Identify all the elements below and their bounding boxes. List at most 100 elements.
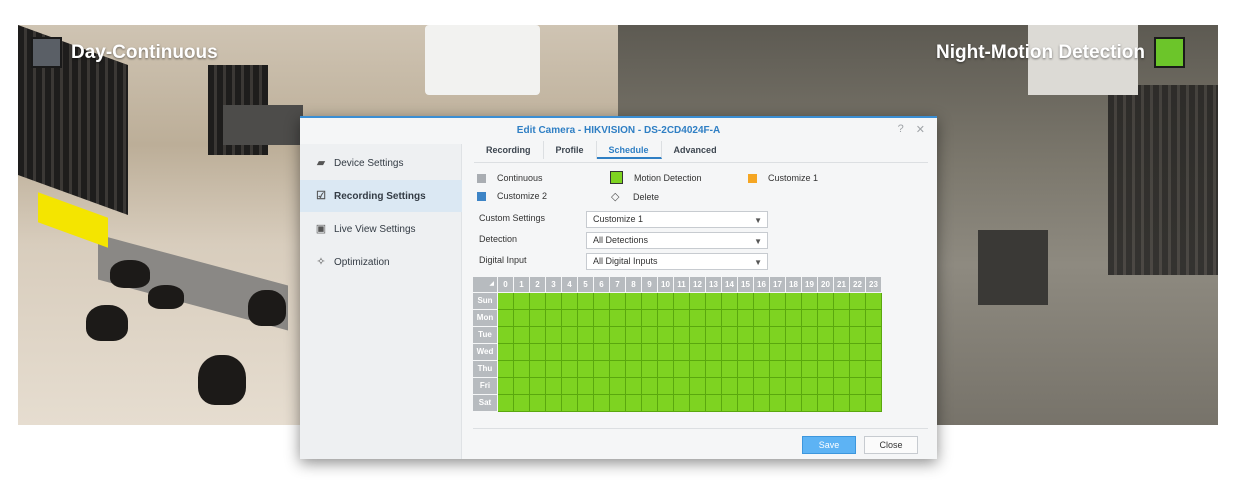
schedule-cell[interactable] xyxy=(754,395,770,412)
schedule-cell[interactable] xyxy=(738,344,754,361)
schedule-cell[interactable] xyxy=(514,361,530,378)
schedule-cell[interactable] xyxy=(562,327,578,344)
schedule-cell[interactable] xyxy=(850,378,866,395)
schedule-cell[interactable] xyxy=(802,327,818,344)
schedule-cell[interactable] xyxy=(578,395,594,412)
schedule-cell[interactable] xyxy=(562,293,578,310)
schedule-cell[interactable] xyxy=(578,344,594,361)
schedule-cell[interactable] xyxy=(578,378,594,395)
schedule-cell[interactable] xyxy=(802,395,818,412)
schedule-cell[interactable] xyxy=(834,327,850,344)
schedule-cell[interactable] xyxy=(786,378,802,395)
schedule-cell[interactable] xyxy=(594,361,610,378)
schedule-cell[interactable] xyxy=(818,293,834,310)
schedule-cell[interactable] xyxy=(658,361,674,378)
schedule-cell[interactable] xyxy=(786,327,802,344)
schedule-cell[interactable] xyxy=(658,310,674,327)
schedule-cell[interactable] xyxy=(498,378,514,395)
tab-advanced[interactable]: Advanced xyxy=(662,141,729,159)
schedule-cell[interactable] xyxy=(562,344,578,361)
schedule-cell[interactable] xyxy=(626,395,642,412)
legend-motion-detection[interactable]: Motion Detection xyxy=(610,171,702,184)
schedule-cell[interactable] xyxy=(834,344,850,361)
legend-customize-1[interactable]: Customize 1 xyxy=(748,173,818,183)
hour-header[interactable]: 11 xyxy=(674,277,689,292)
hour-header[interactable]: 18 xyxy=(786,277,801,292)
schedule-cell[interactable] xyxy=(626,361,642,378)
schedule-cell[interactable] xyxy=(546,293,562,310)
schedule-cell[interactable] xyxy=(818,361,834,378)
schedule-cell[interactable] xyxy=(818,310,834,327)
hour-header[interactable]: 21 xyxy=(834,277,849,292)
schedule-cell[interactable] xyxy=(738,361,754,378)
schedule-cell[interactable] xyxy=(754,327,770,344)
schedule-cell[interactable] xyxy=(658,378,674,395)
schedule-cell[interactable] xyxy=(866,310,882,327)
grid-corner-icon[interactable]: ◢ xyxy=(473,277,497,292)
schedule-cell[interactable] xyxy=(530,293,546,310)
hour-header[interactable]: 0 xyxy=(498,277,513,292)
schedule-cell[interactable] xyxy=(642,293,658,310)
schedule-cell[interactable] xyxy=(514,310,530,327)
schedule-cell[interactable] xyxy=(802,378,818,395)
schedule-cell[interactable] xyxy=(866,327,882,344)
schedule-cell[interactable] xyxy=(578,310,594,327)
schedule-cell[interactable] xyxy=(818,378,834,395)
schedule-cell[interactable] xyxy=(706,361,722,378)
schedule-cell[interactable] xyxy=(754,344,770,361)
schedule-cell[interactable] xyxy=(498,395,514,412)
schedule-cell[interactable] xyxy=(818,395,834,412)
schedule-cell[interactable] xyxy=(562,378,578,395)
schedule-cell[interactable] xyxy=(562,361,578,378)
schedule-cell[interactable] xyxy=(626,344,642,361)
custom-settings-select[interactable]: Customize 1 ▼ xyxy=(586,211,768,228)
hour-header[interactable]: 8 xyxy=(626,277,641,292)
schedule-cell[interactable] xyxy=(642,361,658,378)
schedule-cell[interactable] xyxy=(594,395,610,412)
schedule-cell[interactable] xyxy=(706,293,722,310)
schedule-cell[interactable] xyxy=(578,293,594,310)
schedule-cell[interactable] xyxy=(786,344,802,361)
schedule-cell[interactable] xyxy=(626,293,642,310)
schedule-cell[interactable] xyxy=(626,378,642,395)
hour-header[interactable]: 15 xyxy=(738,277,753,292)
schedule-cell[interactable] xyxy=(514,344,530,361)
schedule-cell[interactable] xyxy=(546,361,562,378)
schedule-cell[interactable] xyxy=(594,327,610,344)
schedule-cell[interactable] xyxy=(594,378,610,395)
schedule-cell[interactable] xyxy=(514,378,530,395)
hour-header[interactable]: 4 xyxy=(562,277,577,292)
schedule-cell[interactable] xyxy=(514,327,530,344)
schedule-cell[interactable] xyxy=(594,344,610,361)
schedule-cell[interactable] xyxy=(498,310,514,327)
schedule-cell[interactable] xyxy=(610,310,626,327)
legend-continuous[interactable]: Continuous xyxy=(477,173,543,183)
hour-header[interactable]: 5 xyxy=(578,277,593,292)
schedule-cell[interactable] xyxy=(802,293,818,310)
schedule-cell[interactable] xyxy=(786,395,802,412)
schedule-cell[interactable] xyxy=(610,293,626,310)
schedule-cell[interactable] xyxy=(562,395,578,412)
schedule-cell[interactable] xyxy=(834,378,850,395)
hour-header[interactable]: 13 xyxy=(706,277,721,292)
schedule-cell[interactable] xyxy=(610,378,626,395)
schedule-cell[interactable] xyxy=(530,361,546,378)
schedule-cell[interactable] xyxy=(706,327,722,344)
schedule-cell[interactable] xyxy=(850,344,866,361)
schedule-cell[interactable] xyxy=(610,361,626,378)
schedule-cell[interactable] xyxy=(722,361,738,378)
schedule-cell[interactable] xyxy=(658,395,674,412)
schedule-cell[interactable] xyxy=(578,361,594,378)
schedule-cell[interactable] xyxy=(770,378,786,395)
detection-select[interactable]: All Detections ▼ xyxy=(586,232,768,249)
schedule-cell[interactable] xyxy=(530,395,546,412)
schedule-cell[interactable] xyxy=(610,395,626,412)
schedule-cell[interactable] xyxy=(642,378,658,395)
schedule-cell[interactable] xyxy=(754,378,770,395)
day-header[interactable]: Tue xyxy=(473,327,497,343)
schedule-cell[interactable] xyxy=(866,361,882,378)
schedule-cell[interactable] xyxy=(866,293,882,310)
help-icon[interactable]: ? xyxy=(898,123,904,136)
schedule-cell[interactable] xyxy=(498,344,514,361)
legend-delete[interactable]: ◇ Delete xyxy=(611,190,659,203)
